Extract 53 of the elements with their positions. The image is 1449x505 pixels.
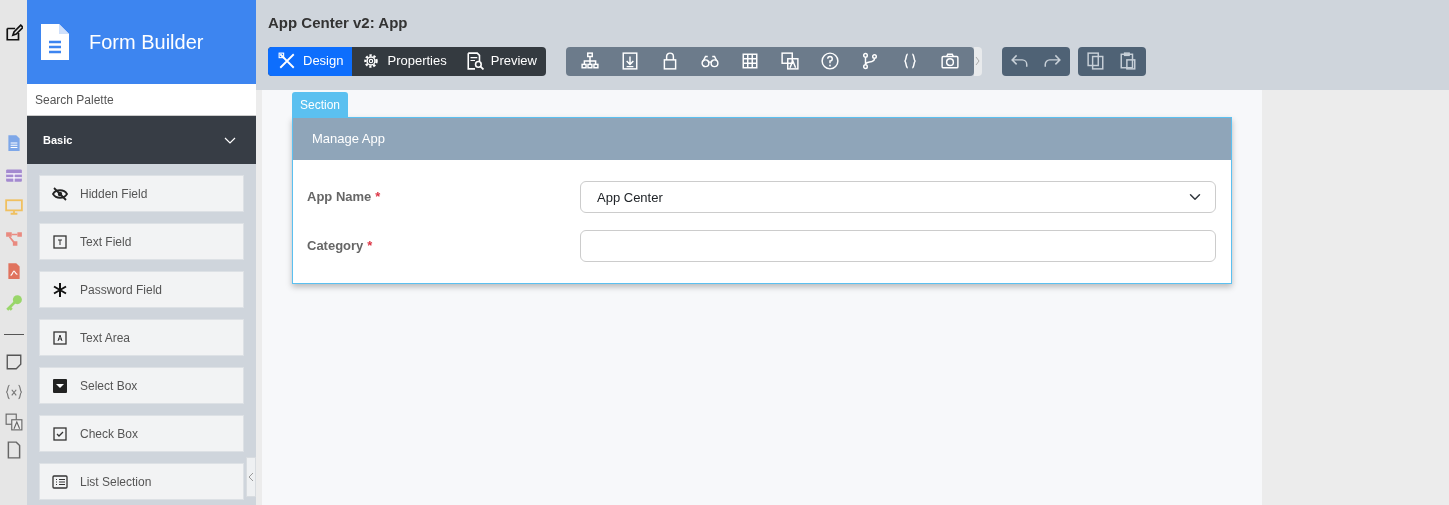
palette-item[interactable]: Hidden Field bbox=[39, 175, 244, 212]
table-icon[interactable] bbox=[4, 166, 23, 184]
variable-icon[interactable] bbox=[4, 383, 23, 401]
field-label: Category bbox=[307, 237, 364, 256]
grid-icon bbox=[740, 52, 759, 70]
sitemap-icon bbox=[580, 52, 599, 70]
search-field[interactable]: Search Palette bbox=[27, 84, 256, 116]
collapse-handle[interactable] bbox=[246, 457, 256, 497]
document-search-icon bbox=[465, 52, 484, 70]
checkbox-icon bbox=[52, 425, 68, 442]
field-label: App Name bbox=[307, 188, 372, 207]
asterisk-icon bbox=[52, 281, 68, 298]
list-icon bbox=[52, 473, 68, 490]
dropdown-icon bbox=[52, 377, 68, 394]
palette-item[interactable]: Text Area bbox=[39, 319, 244, 356]
chevron-right-icon bbox=[975, 57, 981, 65]
camera-icon bbox=[940, 52, 959, 70]
translate-icon bbox=[780, 52, 799, 70]
hidden-eye-icon bbox=[52, 185, 68, 202]
section-header: Manage App bbox=[293, 118, 1231, 160]
palette-item[interactable]: Check Box bbox=[39, 415, 244, 452]
chevron-left-icon bbox=[248, 473, 254, 481]
palette-item[interactable]: Select Box bbox=[39, 367, 244, 404]
undo-icon bbox=[1010, 52, 1029, 70]
design-tools-icon bbox=[278, 52, 296, 70]
palette-item[interactable]: Text Field bbox=[39, 223, 244, 260]
page-title: App Center v2: App bbox=[268, 13, 409, 33]
text-field-icon bbox=[52, 233, 68, 250]
sidebar-title: Form Builder bbox=[89, 30, 204, 55]
branch-icon bbox=[860, 52, 879, 70]
settings-icon bbox=[362, 52, 381, 70]
scroll-right-button[interactable] bbox=[973, 46, 982, 76]
download-icon bbox=[620, 52, 639, 70]
tab[interactable]: Properties bbox=[352, 46, 456, 76]
required-mark: * bbox=[375, 188, 381, 207]
section-tag: Section bbox=[292, 92, 349, 117]
edit-icon[interactable] bbox=[4, 24, 23, 42]
select-field[interactable]: App Center bbox=[580, 181, 1216, 213]
category-header[interactable]: Basic bbox=[27, 116, 256, 164]
palette-item[interactable]: Password Field bbox=[39, 271, 244, 308]
text-area-icon bbox=[52, 329, 68, 346]
palette-item[interactable]: List Selection bbox=[39, 463, 244, 500]
document-icon bbox=[41, 24, 69, 60]
note-icon[interactable] bbox=[4, 353, 23, 371]
help-icon bbox=[820, 52, 839, 70]
text-input-field[interactable] bbox=[580, 230, 1216, 262]
required-mark: * bbox=[367, 237, 373, 256]
copy-icon bbox=[1086, 52, 1105, 70]
tab[interactable]: Preview bbox=[455, 46, 546, 76]
redo-icon bbox=[1042, 52, 1061, 70]
paste-icon bbox=[1118, 52, 1137, 70]
translate-icon[interactable] bbox=[4, 413, 23, 431]
tab[interactable]: Design bbox=[268, 46, 353, 76]
